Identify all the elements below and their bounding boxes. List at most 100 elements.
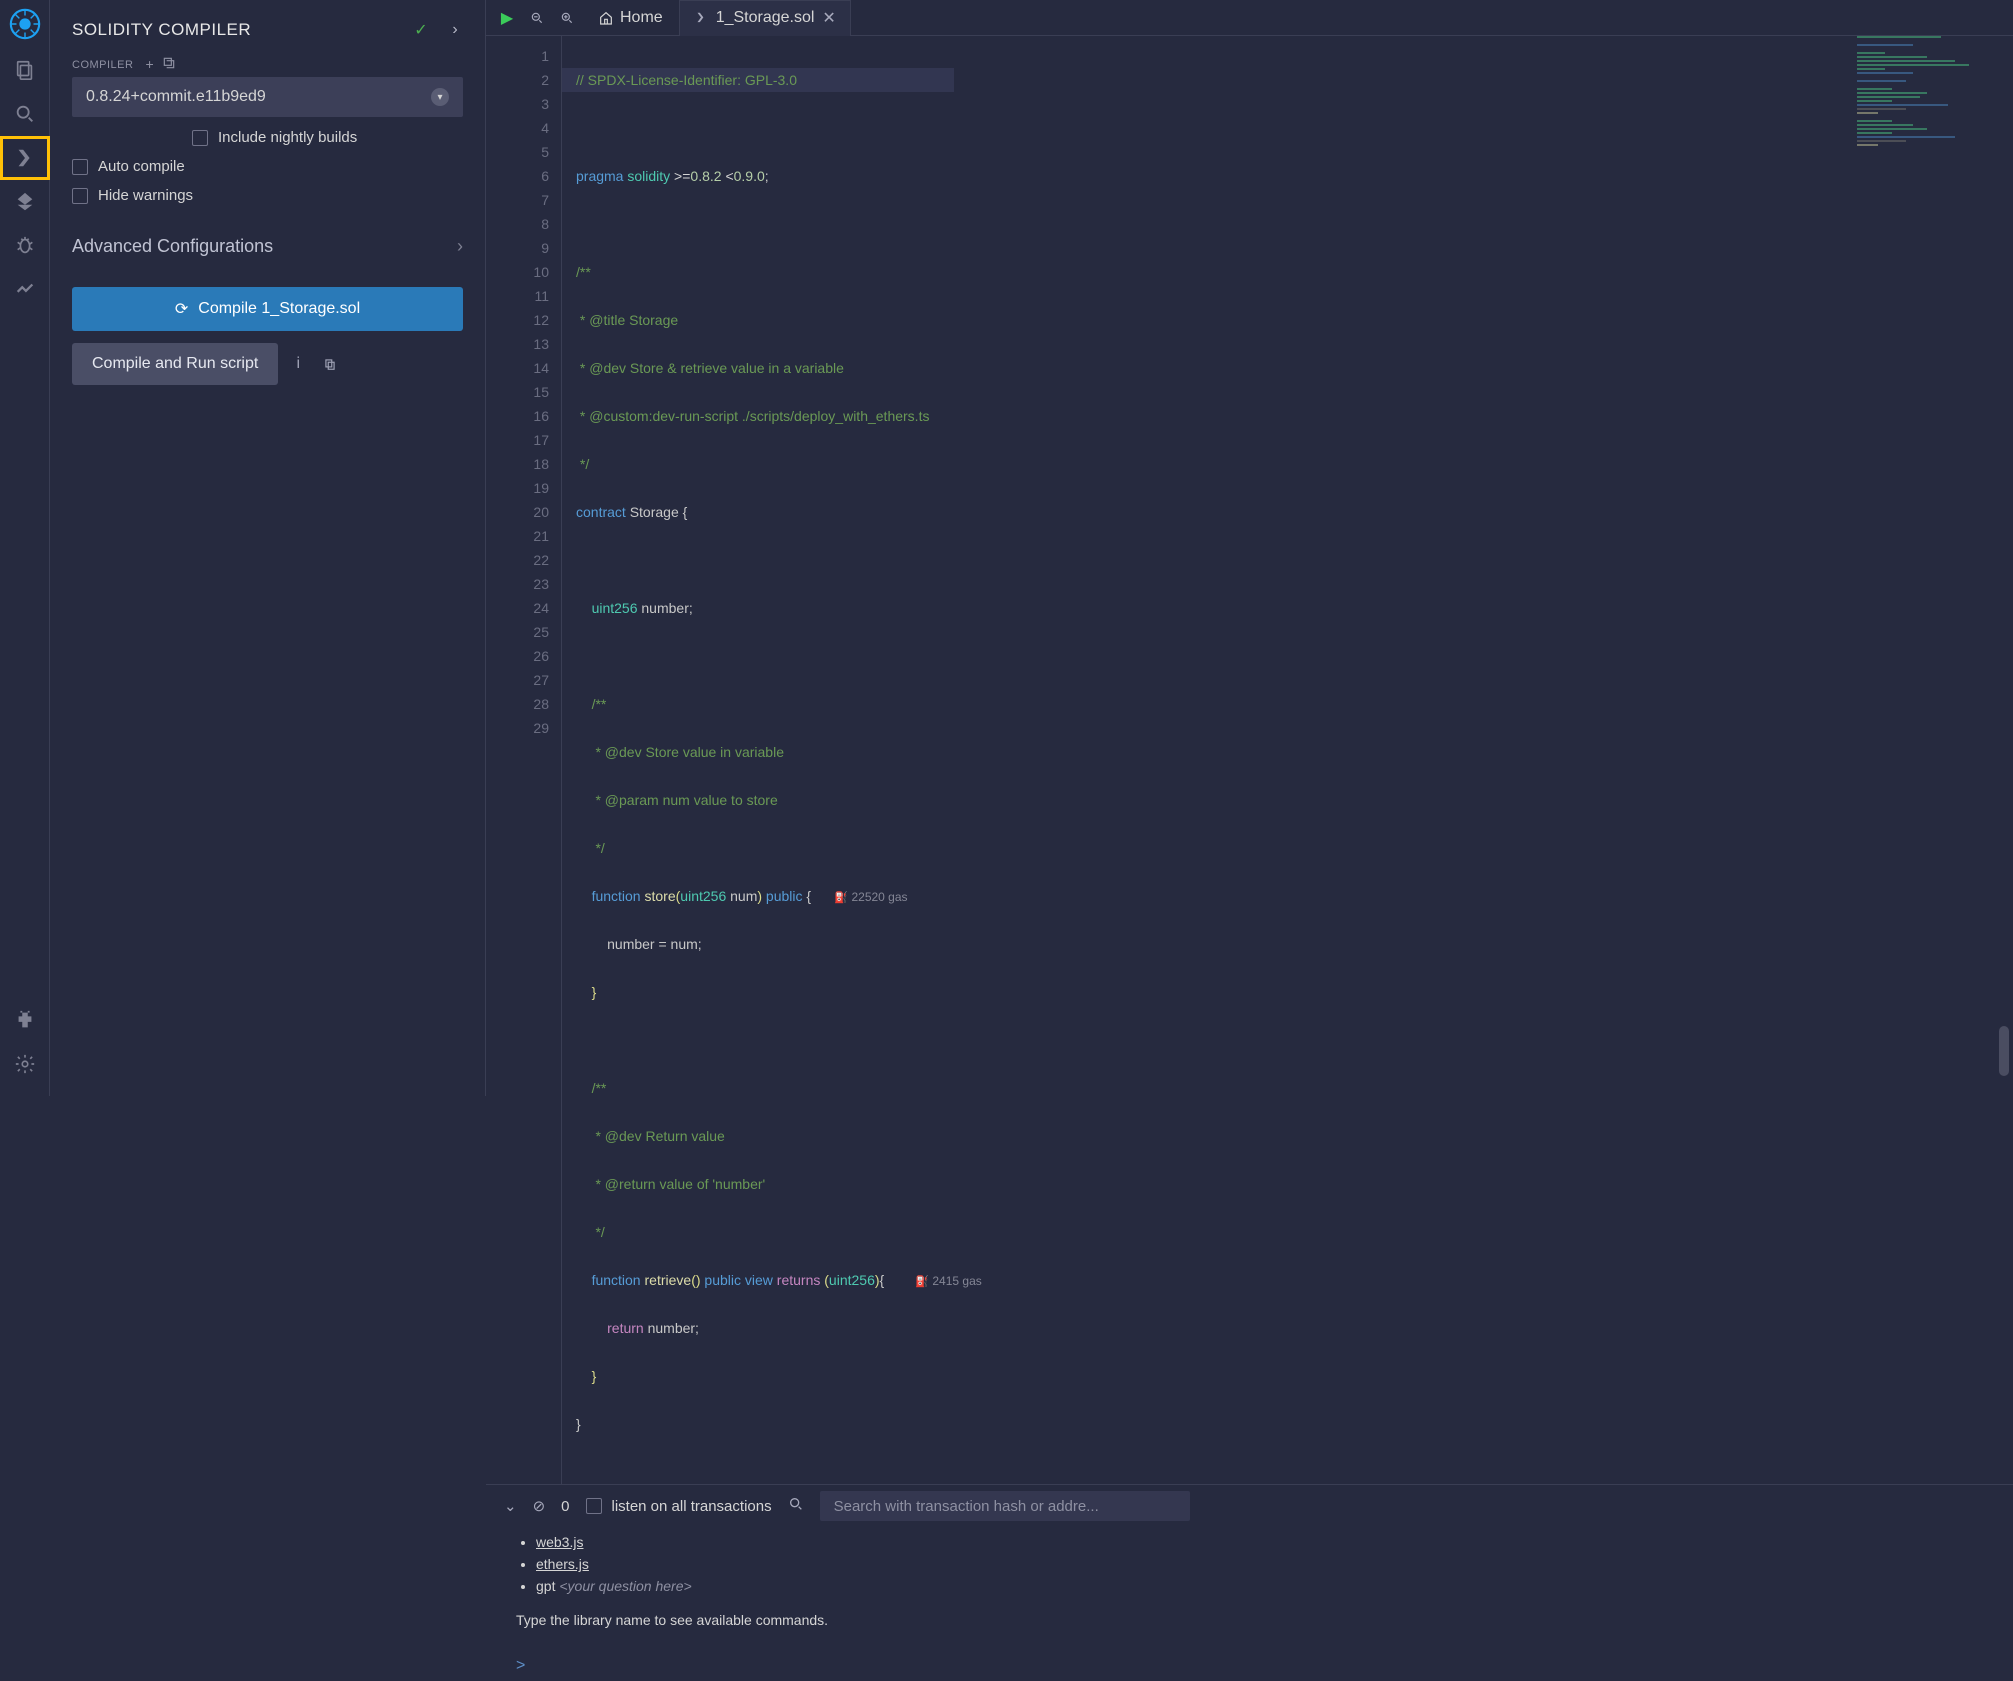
- code-line: returns: [777, 1272, 821, 1288]
- code-line: return: [607, 1320, 644, 1336]
- terminal-scrollbar[interactable]: [1999, 1026, 2009, 1076]
- chevron-right-icon[interactable]: ›: [447, 22, 463, 38]
- gas-icon: ⛽: [834, 892, 848, 904]
- compile-button-label: Compile 1_Storage.sol: [198, 300, 360, 318]
- hide-warnings-label: Hide warnings: [98, 187, 193, 204]
- code-line: Storage {: [626, 504, 688, 520]
- code-line: pragma: [576, 168, 623, 184]
- code-line: number;: [644, 1320, 699, 1336]
- solidity-file-icon: [694, 11, 708, 25]
- code-line: }: [576, 1416, 581, 1432]
- file-tab[interactable]: 1_Storage.sol ✕: [679, 0, 851, 36]
- code-line: {: [806, 888, 811, 904]
- auto-compile-checkbox[interactable]: [72, 159, 88, 175]
- code-line: /**: [592, 1080, 607, 1096]
- code-line: */: [592, 840, 605, 856]
- list-item: web3.js: [536, 1531, 1983, 1553]
- terminal-search-input[interactable]: [820, 1491, 1190, 1521]
- solidity-compiler-icon[interactable]: [0, 136, 50, 180]
- search-icon[interactable]: [0, 92, 50, 136]
- line-gutter: 1234567891011121314151617181920212223242…: [486, 36, 562, 1484]
- compile-run-button-label: Compile and Run script: [92, 355, 258, 373]
- compiler-version-text: 0.8.24+commit.e11b9ed9: [86, 88, 266, 106]
- ethers-link[interactable]: ethers.js: [536, 1556, 589, 1572]
- refresh-icon: ⟳: [175, 299, 188, 319]
- pending-tx-count: 0: [561, 1498, 569, 1515]
- gpt-hint: <your question here>: [559, 1578, 691, 1594]
- code-line: }: [592, 1368, 597, 1384]
- clear-terminal-icon[interactable]: ⊘: [533, 1497, 546, 1515]
- compile-success-icon: ✓: [413, 22, 429, 38]
- remix-logo-icon[interactable]: [0, 0, 49, 48]
- advanced-config-toggle[interactable]: Advanced Configurations ›: [72, 236, 463, 257]
- code-line: /**: [592, 696, 607, 712]
- code-line: * @return value of 'number': [592, 1176, 766, 1192]
- file-explorer-icon[interactable]: [0, 48, 50, 92]
- hide-warnings-checkbox[interactable]: [72, 188, 88, 204]
- code-line: */: [592, 1224, 605, 1240]
- terminal-collapse-icon[interactable]: ⌄: [504, 1497, 517, 1515]
- close-tab-icon[interactable]: ✕: [822, 8, 835, 28]
- copy-icon[interactable]: [318, 352, 342, 376]
- deploy-run-icon[interactable]: [0, 180, 50, 224]
- chevron-right-icon: ›: [457, 236, 463, 257]
- list-item: gpt <your question here>: [536, 1575, 1983, 1597]
- code-line: (): [691, 1272, 700, 1288]
- code-line: contract: [576, 504, 626, 520]
- code-line: uint256: [592, 600, 638, 616]
- add-compiler-icon[interactable]: +: [145, 56, 153, 73]
- home-tab[interactable]: Home: [582, 0, 679, 36]
- code-line: // SPDX-License-Identifier: GPL-3.0: [576, 72, 797, 88]
- gas-cost: 2415 gas: [932, 1274, 981, 1288]
- minimap[interactable]: [1857, 36, 1997, 156]
- panel-title: SOLIDITY COMPILER: [72, 20, 251, 40]
- zoom-out-icon[interactable]: [522, 0, 552, 36]
- code-line: public: [762, 888, 806, 904]
- list-item: ethers.js: [536, 1553, 1983, 1575]
- compile-button[interactable]: ⟳ Compile 1_Storage.sol: [72, 287, 463, 331]
- code-line: * @custom:dev-run-script ./scripts/deplo…: [576, 408, 929, 424]
- code-line: */: [576, 456, 589, 472]
- terminal-search-field[interactable]: [834, 1498, 1176, 1515]
- terminal-output[interactable]: web3.js ethers.js gpt <your question her…: [486, 1527, 2013, 1681]
- plugin-manager-icon[interactable]: [0, 998, 50, 1042]
- code-line: public view: [701, 1272, 777, 1288]
- compiler-link-icon[interactable]: [162, 56, 176, 73]
- analysis-icon[interactable]: [0, 268, 50, 312]
- home-tab-label: Home: [620, 9, 663, 27]
- zoom-in-icon[interactable]: [552, 0, 582, 36]
- debugger-icon[interactable]: [0, 224, 50, 268]
- include-nightly-checkbox[interactable]: [192, 130, 208, 146]
- dropdown-icon: ▾: [431, 88, 449, 106]
- code-line: store: [641, 888, 676, 904]
- compiler-label: COMPILER: [72, 59, 133, 71]
- code-content[interactable]: // SPDX-License-Identifier: GPL-3.0 prag…: [562, 36, 982, 1484]
- compiler-version-select[interactable]: 0.8.24+commit.e11b9ed9 ▾: [72, 77, 463, 117]
- code-line: * @dev Store value in variable: [592, 744, 784, 760]
- play-icon[interactable]: ▶: [492, 0, 522, 36]
- advanced-config-label: Advanced Configurations: [72, 236, 273, 257]
- web3-link[interactable]: web3.js: [536, 1534, 583, 1550]
- code-line: }: [592, 984, 597, 1000]
- gpt-prefix: gpt: [536, 1578, 559, 1594]
- settings-icon[interactable]: [0, 1042, 50, 1086]
- terminal-prompt[interactable]: >: [516, 1655, 1983, 1677]
- info-icon[interactable]: i: [286, 352, 310, 376]
- terminal-hint: Type the library name to see available c…: [516, 1609, 1983, 1631]
- code-line: number;: [638, 600, 693, 616]
- code-line: retrieve: [641, 1272, 692, 1288]
- listen-all-tx-label: listen on all transactions: [612, 1498, 772, 1515]
- code-line: * @param num value to store: [592, 792, 778, 808]
- code-line: function: [592, 888, 641, 904]
- terminal-search-icon[interactable]: [788, 1496, 804, 1516]
- code-line: solidity: [627, 168, 670, 184]
- code-line: number = num;: [592, 936, 702, 952]
- compile-run-button[interactable]: Compile and Run script: [72, 343, 278, 385]
- code-line: * @dev Return value: [592, 1128, 729, 1144]
- auto-compile-label: Auto compile: [98, 158, 185, 175]
- code-line: * @title Storage: [576, 312, 678, 328]
- gas-icon: ⛽: [915, 1276, 929, 1288]
- code-line: * @dev Store & retrieve value in a varia…: [576, 360, 844, 376]
- file-tab-label: 1_Storage.sol: [716, 9, 815, 27]
- listen-all-tx-checkbox[interactable]: [586, 1498, 602, 1514]
